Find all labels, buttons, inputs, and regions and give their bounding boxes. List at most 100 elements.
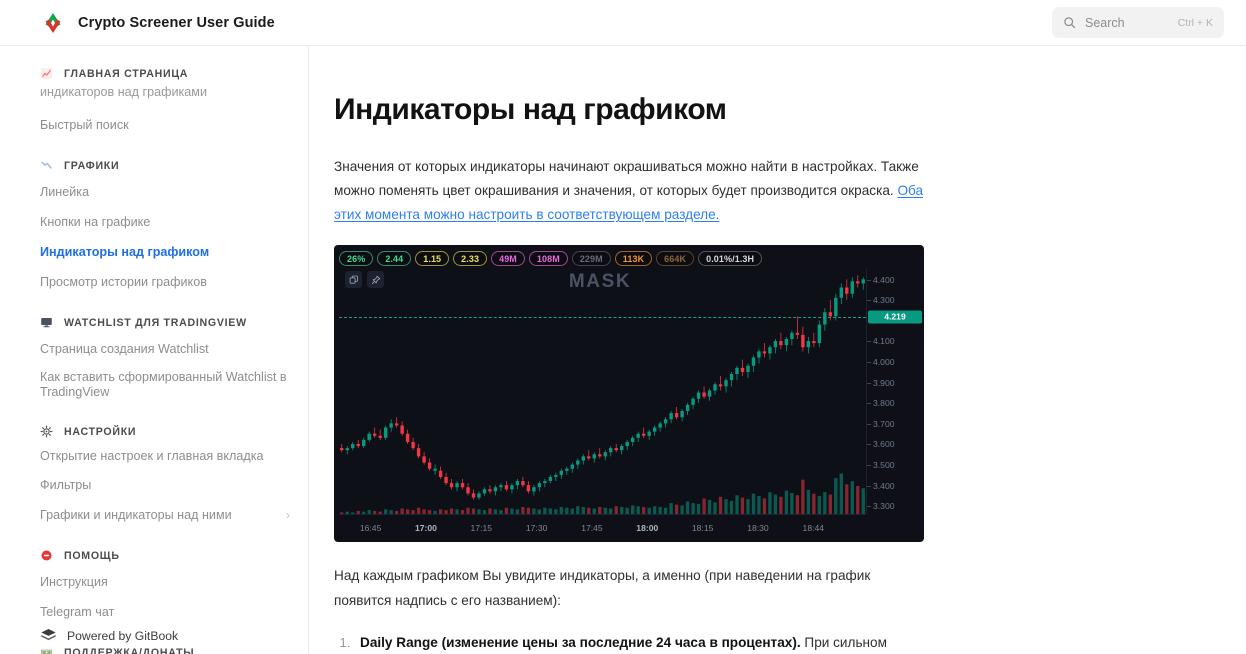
chart-plot-area xyxy=(339,269,866,515)
price-axis[interactable]: 4.400 4.300 4.100 4.000 3.900 3.800 3.700 3.600… xyxy=(866,269,924,515)
time-tick: 17:45 xyxy=(581,523,603,534)
sidebar-group-label: ГРАФИКИ xyxy=(64,159,120,172)
trading-chart[interactable]: 26% 2.44 1.15 2.33 49M 108M 229M 113K 664K 0.01%/… xyxy=(334,245,924,543)
chart-line-icon xyxy=(40,67,53,80)
sidebar-item-как-вставить-сформированный-watchlist-в-tradingview[interactable]: Как вставить сформированный Watchlist в … xyxy=(40,364,290,406)
chevron-right-icon[interactable]: › xyxy=(286,507,290,523)
list-item-title: Daily Range (изменение цены за последние… xyxy=(360,634,801,650)
sidebar-group-label: ПОМОЩЬ xyxy=(64,549,120,562)
sidebar-subtitle-gap xyxy=(40,101,290,110)
indicator-badge-10[interactable]: 0.01%/1.3H xyxy=(698,251,763,267)
indicator-badge-4[interactable]: 2.33 xyxy=(453,251,488,267)
sidebar-item-инструкция[interactable]: Инструкция xyxy=(40,567,290,597)
after-chart-paragraph: Над каждым графиком Вы увидите индикатор… xyxy=(334,568,871,608)
sidebar-group-header-2: ГРАФИКИ xyxy=(40,154,290,175)
price-tick: 4.100 xyxy=(867,336,895,347)
search-shortcut-hint: Ctrl + K xyxy=(1177,16,1213,29)
sidebar-item-label: Линейка xyxy=(40,185,90,199)
page-title: Индикаторы над графиком xyxy=(334,93,727,126)
time-tick: 17:15 xyxy=(470,523,493,534)
sidebar-group-label: НАСТРОЙКИ xyxy=(64,425,137,438)
sidebar-item-label: Страница создания Watchlist xyxy=(40,342,209,356)
time-tick: 16:45 xyxy=(359,523,382,534)
sidebar-group-header-4: НАСТРОЙКИ xyxy=(40,420,290,441)
powered-by-label: Powered by GitBook xyxy=(67,628,179,643)
price-tick: 4.400 xyxy=(867,274,895,285)
main-content: Индикаторы над графиком Значения от кото… xyxy=(308,46,1246,654)
indicator-badge-9[interactable]: 664K xyxy=(656,251,695,267)
chart-toolbar xyxy=(345,271,384,289)
sidebar: ГЛАВНАЯ СТРАНИЦА индикаторов над графикам… xyxy=(0,46,308,654)
indicator-badge-6[interactable]: 108M xyxy=(528,251,568,267)
indicator-badge-1[interactable]: 26% xyxy=(339,251,374,267)
gitbook-icon xyxy=(40,627,57,644)
copy-icon[interactable] xyxy=(345,271,362,289)
time-tick: 17:30 xyxy=(525,523,548,534)
list-item: Daily Range (изменение цены за последние… xyxy=(354,631,924,654)
time-tick: 18:30 xyxy=(747,523,769,534)
price-tick: 4.300 xyxy=(867,295,895,306)
sidebar-item-открытие-настроек-и-главная-вкладка[interactable]: Открытие настроек и главная вкладка xyxy=(40,443,290,470)
sidebar-item-label: Инструкция xyxy=(40,575,108,589)
current-price-line xyxy=(339,316,866,318)
time-tick: 18:15 xyxy=(691,523,714,534)
sidebar-item-label: Telegram чат xyxy=(40,605,115,619)
top-bar: Crypto Screener User Guide Search Ctrl +… xyxy=(0,0,1246,46)
intro-paragraph: Значения от которых индикаторы начинают … xyxy=(334,155,924,228)
content-column: Индикаторы над графиком Значения от кото… xyxy=(334,93,924,654)
sidebar-item-линейка[interactable]: Линейка xyxy=(40,177,290,207)
powered-by-gitbook[interactable]: Powered by GitBook xyxy=(40,627,178,644)
sidebar-group-subtitle: индикаторов над графиками xyxy=(40,85,208,99)
indicator-badge-2[interactable]: 2.44 xyxy=(377,251,412,267)
sidebar-item-label: Кнопки на графике xyxy=(40,215,151,229)
price-tick: 3.900 xyxy=(867,377,895,388)
sidebar-item-просмотр-истории-графиков[interactable]: Просмотр истории графиков xyxy=(40,267,290,297)
indicator-badge-3[interactable]: 1.15 xyxy=(415,251,450,267)
indicator-badge-8[interactable]: 113K xyxy=(614,251,653,267)
sidebar-item-индикаторы-над-графиком[interactable]: Индикаторы над графиком xyxy=(40,237,290,267)
time-tick: 18:00 xyxy=(636,523,659,534)
money-icon xyxy=(40,646,53,654)
time-tick: 17:00 xyxy=(414,523,437,534)
time-axis[interactable]: 16:45 17:00 17:15 17:30 17:45 18:00 18:15 18:30… xyxy=(339,514,866,542)
sidebar-item-быстрый-поиск[interactable]: Быстрый поиск xyxy=(40,110,290,140)
gear-icon xyxy=(40,425,53,438)
sidebar-item-label: Как вставить сформированный Watchlist в … xyxy=(40,370,287,399)
indicator-list: Daily Range (изменение цены за последние… xyxy=(354,631,924,654)
monitor-icon xyxy=(40,316,53,329)
search-icon xyxy=(1063,16,1076,29)
price-tick: 3.600 xyxy=(867,439,895,450)
updown-arrow-logo-icon xyxy=(40,10,66,36)
sidebar-item-label: Индикаторы над графиком xyxy=(40,245,210,259)
sidebar-item-кнопки-на-графике[interactable]: Кнопки на графике xyxy=(40,207,290,237)
sidebar-group-header-3: WATCHLIST ДЛЯ TRADINGVIEW xyxy=(40,311,290,332)
sidebar-item-label: Просмотр истории графиков xyxy=(40,275,207,289)
chart-decline-icon xyxy=(40,159,53,172)
sidebar-item-label: Графики и индикаторы над ними xyxy=(40,508,232,522)
sidebar-item-label: Фильтры xyxy=(40,478,92,492)
time-tick: 18:44 xyxy=(802,523,825,534)
price-tick: 3.500 xyxy=(867,459,895,470)
price-tick: 3.700 xyxy=(867,418,895,429)
sidebar-item-label: Открытие настроек и главная вкладка xyxy=(40,449,264,463)
indicator-badge-7[interactable]: 229M xyxy=(571,251,611,267)
indicator-badges: 26% 2.44 1.15 2.33 49M 108M 229M 113K 664K 0.01%/… xyxy=(339,251,763,267)
sidebar-item-фильтры[interactable]: Фильтры xyxy=(40,470,290,500)
sidebar-item-графики-и-индикаторы-над-ними[interactable]: Графики и индикаторы над ними › xyxy=(40,500,290,530)
search-input[interactable]: Search Ctrl + K xyxy=(1052,7,1224,38)
price-tick: 4.000 xyxy=(867,357,895,367)
volume-series xyxy=(340,473,865,515)
body: ГЛАВНАЯ СТРАНИЦА индикаторов над графикам… xyxy=(0,46,1246,654)
indicator-badge-5[interactable]: 49M xyxy=(491,251,525,267)
sidebar-nav: ГЛАВНАЯ СТРАНИЦА индикаторов над графикам… xyxy=(0,62,308,654)
sidebar-item-страница-создания-watchlist[interactable]: Страница создания Watchlist xyxy=(40,334,290,364)
search-placeholder: Search xyxy=(1085,15,1125,30)
pin-icon[interactable] xyxy=(367,271,384,289)
brand[interactable]: Crypto Screener User Guide xyxy=(40,10,275,36)
brand-title: Crypto Screener User Guide xyxy=(78,14,275,31)
sidebar-item-telegram-чат[interactable]: Telegram чат xyxy=(40,597,290,627)
